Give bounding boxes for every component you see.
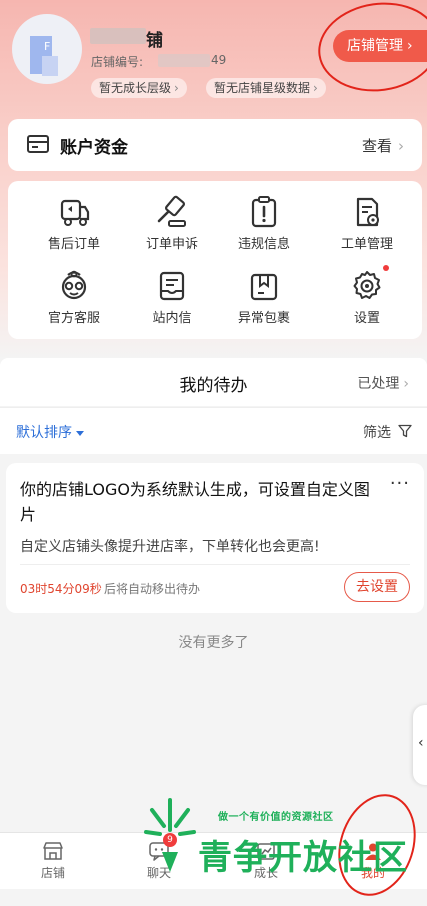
growth-level-tag-label: 暂无成长层级 bbox=[99, 81, 172, 95]
avatar-blur-block-2 bbox=[42, 56, 58, 76]
divider bbox=[20, 564, 410, 565]
delivery-truck-icon bbox=[60, 199, 90, 226]
todo-header: 我的待办 已处理 › bbox=[0, 358, 427, 406]
task-description: 自定义店铺头像提升进店率，下单转化也会更高! bbox=[20, 539, 320, 555]
nav-tab-chat[interactable]: 聊天 bbox=[106, 833, 212, 889]
watermark-slogan: 做一个有价值的资源社区 bbox=[218, 812, 334, 823]
grid-item-label: 违规信息 bbox=[237, 237, 290, 252]
nav-tab-growth[interactable]: 成长 bbox=[213, 833, 319, 889]
warning-clipboard-icon bbox=[251, 196, 277, 228]
shop-star-tag-label: 暂无店铺星级数据 bbox=[214, 81, 311, 95]
chevron-right-icon: › bbox=[403, 376, 409, 392]
chevron-right-icon: › bbox=[398, 137, 404, 155]
funnel-icon[interactable] bbox=[398, 424, 412, 438]
sort-label: 默认排序 bbox=[16, 425, 72, 441]
shop-icon bbox=[43, 842, 63, 860]
grid-item-label: 订单申诉 bbox=[145, 237, 198, 252]
customer-service-icon bbox=[61, 270, 87, 300]
no-more-text: 没有更多了 bbox=[178, 635, 249, 651]
nav-tab-label: 聊天 bbox=[146, 866, 171, 880]
grid-item-label: 工单管理 bbox=[340, 237, 393, 252]
nav-tab-shop[interactable]: 店铺 bbox=[0, 833, 106, 889]
grid-item-ticket-management[interactable]: 工单管理 bbox=[317, 195, 417, 252]
chevron-right-icon: › bbox=[174, 81, 179, 95]
shop-name-redaction bbox=[90, 28, 146, 44]
grid-item-order-appeal[interactable]: 订单申诉 bbox=[122, 195, 222, 252]
todo-filter-bar: 默认排序 筛选 bbox=[0, 407, 427, 454]
account-view-link[interactable]: 查看 › bbox=[362, 135, 404, 156]
grid-item-settings[interactable]: 设置 bbox=[317, 269, 417, 326]
gear-icon bbox=[353, 271, 381, 299]
grid-item-label: 设置 bbox=[353, 311, 380, 326]
package-icon bbox=[250, 273, 278, 301]
grid-item-label: 售后订单 bbox=[47, 237, 100, 252]
grid-item-after-sale-orders[interactable]: 售后订单 bbox=[24, 195, 124, 252]
avatar-glyph: F bbox=[44, 40, 51, 53]
wallet-card-icon bbox=[27, 135, 49, 153]
task-countdown: 03时54分09秒 bbox=[20, 582, 102, 596]
grid-item-abnormal-package[interactable]: 异常包裹 bbox=[214, 269, 314, 326]
grid-item-violation-info[interactable]: 违规信息 bbox=[214, 195, 314, 252]
go-set-button[interactable]: 去设置 bbox=[344, 572, 410, 602]
filter-button[interactable]: 筛选 bbox=[363, 422, 391, 442]
shop-name: 铺 bbox=[146, 31, 163, 51]
shop-number-label: 店铺编号: bbox=[91, 55, 144, 69]
sort-dropdown[interactable]: 默认排序 bbox=[16, 422, 84, 442]
growth-level-tag[interactable]: 暂无成长层级 › bbox=[91, 78, 187, 98]
nav-tab-label: 店铺 bbox=[40, 866, 65, 880]
task-title: 你的店铺LOGO为系统默认生成，可设置自定义图片 bbox=[20, 480, 370, 524]
account-funds-title: 账户资金 bbox=[60, 138, 128, 158]
chevron-left-icon: ‹ bbox=[418, 735, 424, 751]
grid-item-label: 官方客服 bbox=[47, 311, 100, 326]
more-options-icon[interactable]: ··· bbox=[390, 473, 410, 494]
shop-star-tag[interactable]: 暂无店铺星级数据 › bbox=[206, 78, 326, 98]
account-funds-card[interactable]: 账户资金 查看 › bbox=[8, 119, 422, 171]
task-countdown-note: 后将自动移出待办 bbox=[104, 582, 201, 596]
processed-label: 已处理 bbox=[357, 376, 400, 392]
todo-task-card[interactable]: 你的店铺LOGO为系统默认生成，可设置自定义图片 ··· 自定义店铺头像提升进店… bbox=[6, 463, 424, 613]
chevron-right-icon: › bbox=[313, 81, 318, 95]
nav-tab-label: 成长 bbox=[253, 866, 278, 880]
caret-down-icon bbox=[76, 430, 84, 436]
grid-item-label: 站内信 bbox=[152, 311, 192, 326]
processed-link[interactable]: 已处理 › bbox=[357, 373, 409, 393]
grid-item-inbox[interactable]: 站内信 bbox=[122, 269, 222, 326]
grid-item-label: 异常包裹 bbox=[237, 311, 290, 326]
message-box-icon bbox=[159, 271, 185, 301]
shop-avatar[interactable]: F bbox=[12, 14, 82, 84]
shop-number-tail: 49 bbox=[211, 53, 227, 67]
floating-side-tab[interactable]: ‹ bbox=[413, 705, 427, 785]
gavel-icon bbox=[157, 195, 186, 227]
settings-notification-dot bbox=[383, 265, 389, 271]
ticket-document-icon bbox=[356, 197, 379, 227]
growth-icon bbox=[257, 843, 275, 860]
tools-grid: 售后订单 订单申诉 违规信息 工单管理 官方客服 站内信 异常包裹 设置 bbox=[8, 181, 422, 339]
chat-unread-badge: 9 bbox=[163, 833, 177, 847]
grid-item-official-support[interactable]: 官方客服 bbox=[24, 269, 124, 326]
account-view-label: 查看 bbox=[361, 137, 392, 155]
shop-number-redaction bbox=[158, 54, 210, 67]
